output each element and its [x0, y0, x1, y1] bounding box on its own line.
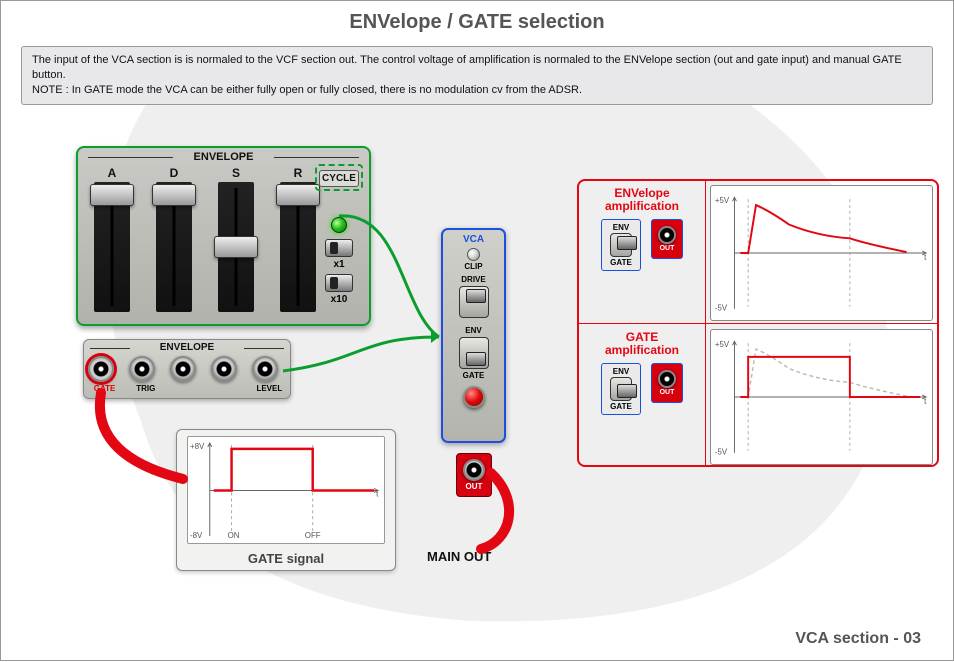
clip-led-icon	[467, 248, 480, 261]
cycle-led-icon	[331, 217, 347, 233]
env-amp-title2: amplification	[585, 200, 699, 213]
jack-label: TRIG	[129, 384, 163, 393]
divider	[90, 348, 130, 349]
divider	[244, 348, 284, 349]
slider-label: D	[148, 166, 200, 180]
main-out-label: MAIN OUT	[427, 549, 491, 564]
gate-switch-thumb: ENV GATE	[601, 363, 641, 415]
jack-icon	[658, 370, 676, 388]
axis-label: +5V	[715, 340, 730, 349]
slider-decay[interactable]: D	[148, 166, 200, 312]
level-jack[interactable]	[252, 356, 278, 382]
drive-switch[interactable]	[459, 286, 489, 318]
vca-out-jack[interactable]	[463, 459, 485, 481]
gate-chart-title: GATE signal	[177, 551, 395, 566]
slider-sustain[interactable]: S	[210, 166, 262, 312]
env-gate-switch[interactable]	[459, 337, 489, 369]
env-label: ENV	[454, 326, 494, 335]
mult-x10-label: x10	[315, 294, 363, 305]
info-line-1: The input of the VCA section is is norma…	[32, 53, 922, 83]
vca-out-jack-group: OUT	[456, 453, 492, 497]
gate-jack[interactable]	[88, 356, 114, 382]
off-label: OFF	[305, 531, 321, 540]
slider-knob[interactable]	[276, 184, 320, 206]
page-title: ENVelope / GATE selection	[1, 1, 953, 46]
gate-mini-label: GATE	[604, 402, 638, 411]
out-thumb: OUT	[651, 363, 683, 403]
gate-label: GATE	[454, 371, 494, 380]
vca-section-label: VCA	[443, 234, 504, 245]
out-label: OUT	[466, 482, 483, 491]
slider-label: S	[210, 166, 262, 180]
env-out2-jack[interactable]	[211, 356, 237, 382]
out-mini-label: OUT	[660, 245, 675, 252]
compare-box: ENVelope amplification ENV GATE OUT +5V …	[577, 179, 939, 467]
jack-row-label: ENVELOPE	[160, 342, 214, 353]
env-amp-cell: ENVelope amplification ENV GATE OUT	[579, 181, 705, 325]
env-switch-thumb: ENV GATE	[601, 219, 641, 271]
x10-switch[interactable]	[325, 274, 353, 292]
axis-label: -5V	[715, 304, 728, 313]
env-amp-chart: +5V -5V t	[710, 185, 933, 321]
envelope-jack-row: ENVELOPE GATE TRIG LEVEL	[83, 339, 291, 399]
adsr-slider-group: A D S R	[86, 166, 324, 312]
axis-label: -8V	[190, 531, 203, 540]
gate-amp-chart-cell: +5V -5V t	[706, 325, 937, 469]
slider-knob[interactable]	[214, 236, 258, 258]
jack-label: GATE	[88, 384, 122, 393]
switch-icon	[610, 233, 632, 257]
switch-icon	[610, 377, 632, 401]
clip-label: CLIP	[443, 262, 504, 271]
out-mini-label: OUT	[660, 389, 675, 396]
drive-label: DRIVE	[454, 275, 494, 284]
envelope-section-label: ENVELOPE	[190, 151, 258, 163]
gate-signal-chart: +8V -8V t ON OFF GATE signal	[176, 429, 396, 571]
env-amp-chart-cell: +5V -5V t	[706, 181, 937, 325]
divider	[274, 157, 359, 158]
on-label: ON	[228, 531, 240, 540]
jack-icon	[658, 226, 676, 244]
out-thumb: OUT	[651, 219, 683, 259]
slider-knob[interactable]	[152, 184, 196, 206]
axis-label: +5V	[715, 196, 730, 205]
slider-label: A	[86, 166, 138, 180]
manual-gate-button[interactable]	[463, 386, 485, 408]
env-mini-label: ENV	[604, 223, 638, 232]
gate-mini-label: GATE	[604, 258, 638, 267]
cycle-label: CYCLE	[319, 170, 359, 187]
env-out1-jack[interactable]	[170, 356, 196, 382]
info-line-2: NOTE : In GATE mode the VCA can be eithe…	[32, 83, 922, 98]
gate-amp-chart: +5V -5V t	[710, 329, 933, 465]
gate-amp-cell: GATE amplification ENV GATE OUT	[579, 325, 705, 469]
mult-x1-label: x1	[315, 259, 363, 270]
info-box: The input of the VCA section is is norma…	[21, 46, 933, 105]
vca-panel: VCA CLIP DRIVE ENV GATE	[441, 228, 506, 443]
out-plate: OUT	[456, 453, 492, 497]
divider	[88, 157, 173, 158]
axis-label: -5V	[715, 448, 728, 457]
env-mini-label: ENV	[604, 367, 638, 376]
axis-label: +8V	[190, 442, 205, 451]
envelope-panel: ENVELOPE A D S R CYCLE x1 x10	[76, 146, 371, 326]
trig-jack[interactable]	[129, 356, 155, 382]
page-footer: VCA section - 03	[795, 630, 921, 648]
slider-knob[interactable]	[90, 184, 134, 206]
cycle-highlight: CYCLE	[315, 164, 363, 191]
gate-amp-title2: amplification	[585, 344, 699, 357]
jack-label: LEVEL	[252, 384, 286, 393]
x1-x10-switch[interactable]	[325, 239, 353, 257]
slider-attack[interactable]: A	[86, 166, 138, 312]
